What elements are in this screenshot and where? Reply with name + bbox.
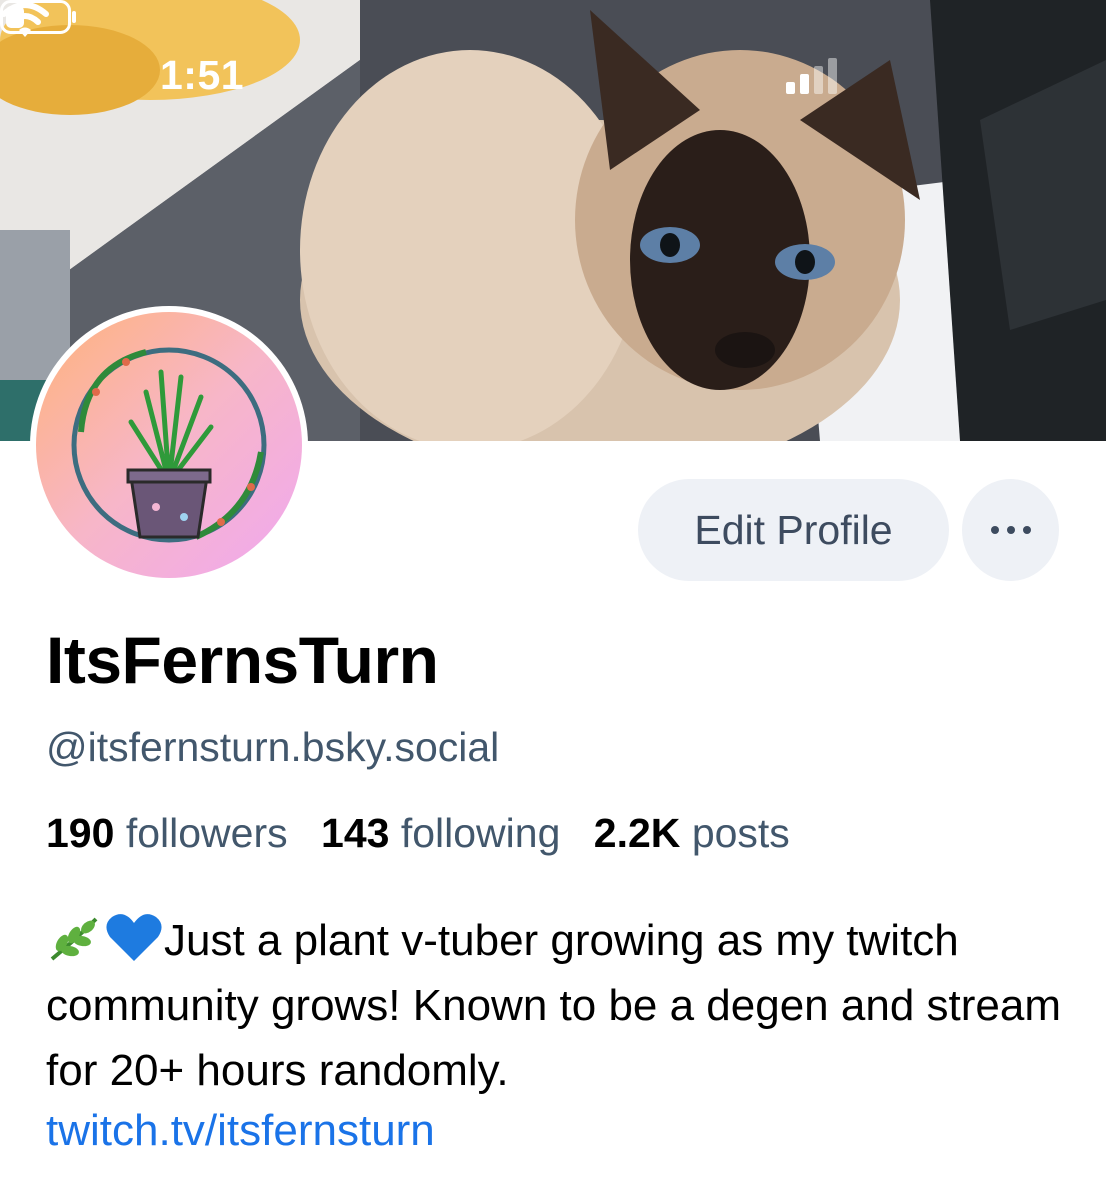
- followers-count: 190: [46, 810, 115, 856]
- posts-stat: 2.2K posts: [594, 810, 790, 856]
- profile-stats: 190 followers 143 following 2.2K posts: [46, 810, 790, 857]
- status-time: 1:51: [160, 52, 245, 98]
- more-options-button[interactable]: [962, 479, 1059, 581]
- profile-bio: Just a plant v-tuber growing as my twitc…: [46, 908, 1076, 1103]
- followers-label: followers: [125, 810, 288, 856]
- blue-heart-emoji-icon: [106, 914, 162, 961]
- bio-text: Just a plant v-tuber growing as my twitc…: [46, 916, 1061, 1095]
- battery-icon: [0, 0, 76, 34]
- edit-profile-button[interactable]: Edit Profile: [638, 479, 949, 581]
- following-label: following: [400, 810, 561, 856]
- followers-link[interactable]: 190 followers: [46, 810, 288, 856]
- display-name: ItsFernsTurn: [46, 623, 439, 697]
- herb-emoji-icon: [50, 917, 98, 961]
- more-dots-icon: [987, 526, 1035, 534]
- following-link[interactable]: 143 following: [321, 810, 560, 856]
- bio-link[interactable]: twitch.tv/itsfernsturn: [46, 1106, 435, 1156]
- posts-label: posts: [691, 810, 790, 856]
- profile-handle: @itsfernsturn.bsky.social: [46, 724, 500, 770]
- cellular-signal-icon: [786, 56, 842, 94]
- posts-count: 2.2K: [593, 810, 681, 856]
- avatar-image: [71, 347, 267, 543]
- following-count: 143: [321, 810, 390, 856]
- avatar[interactable]: [30, 306, 308, 584]
